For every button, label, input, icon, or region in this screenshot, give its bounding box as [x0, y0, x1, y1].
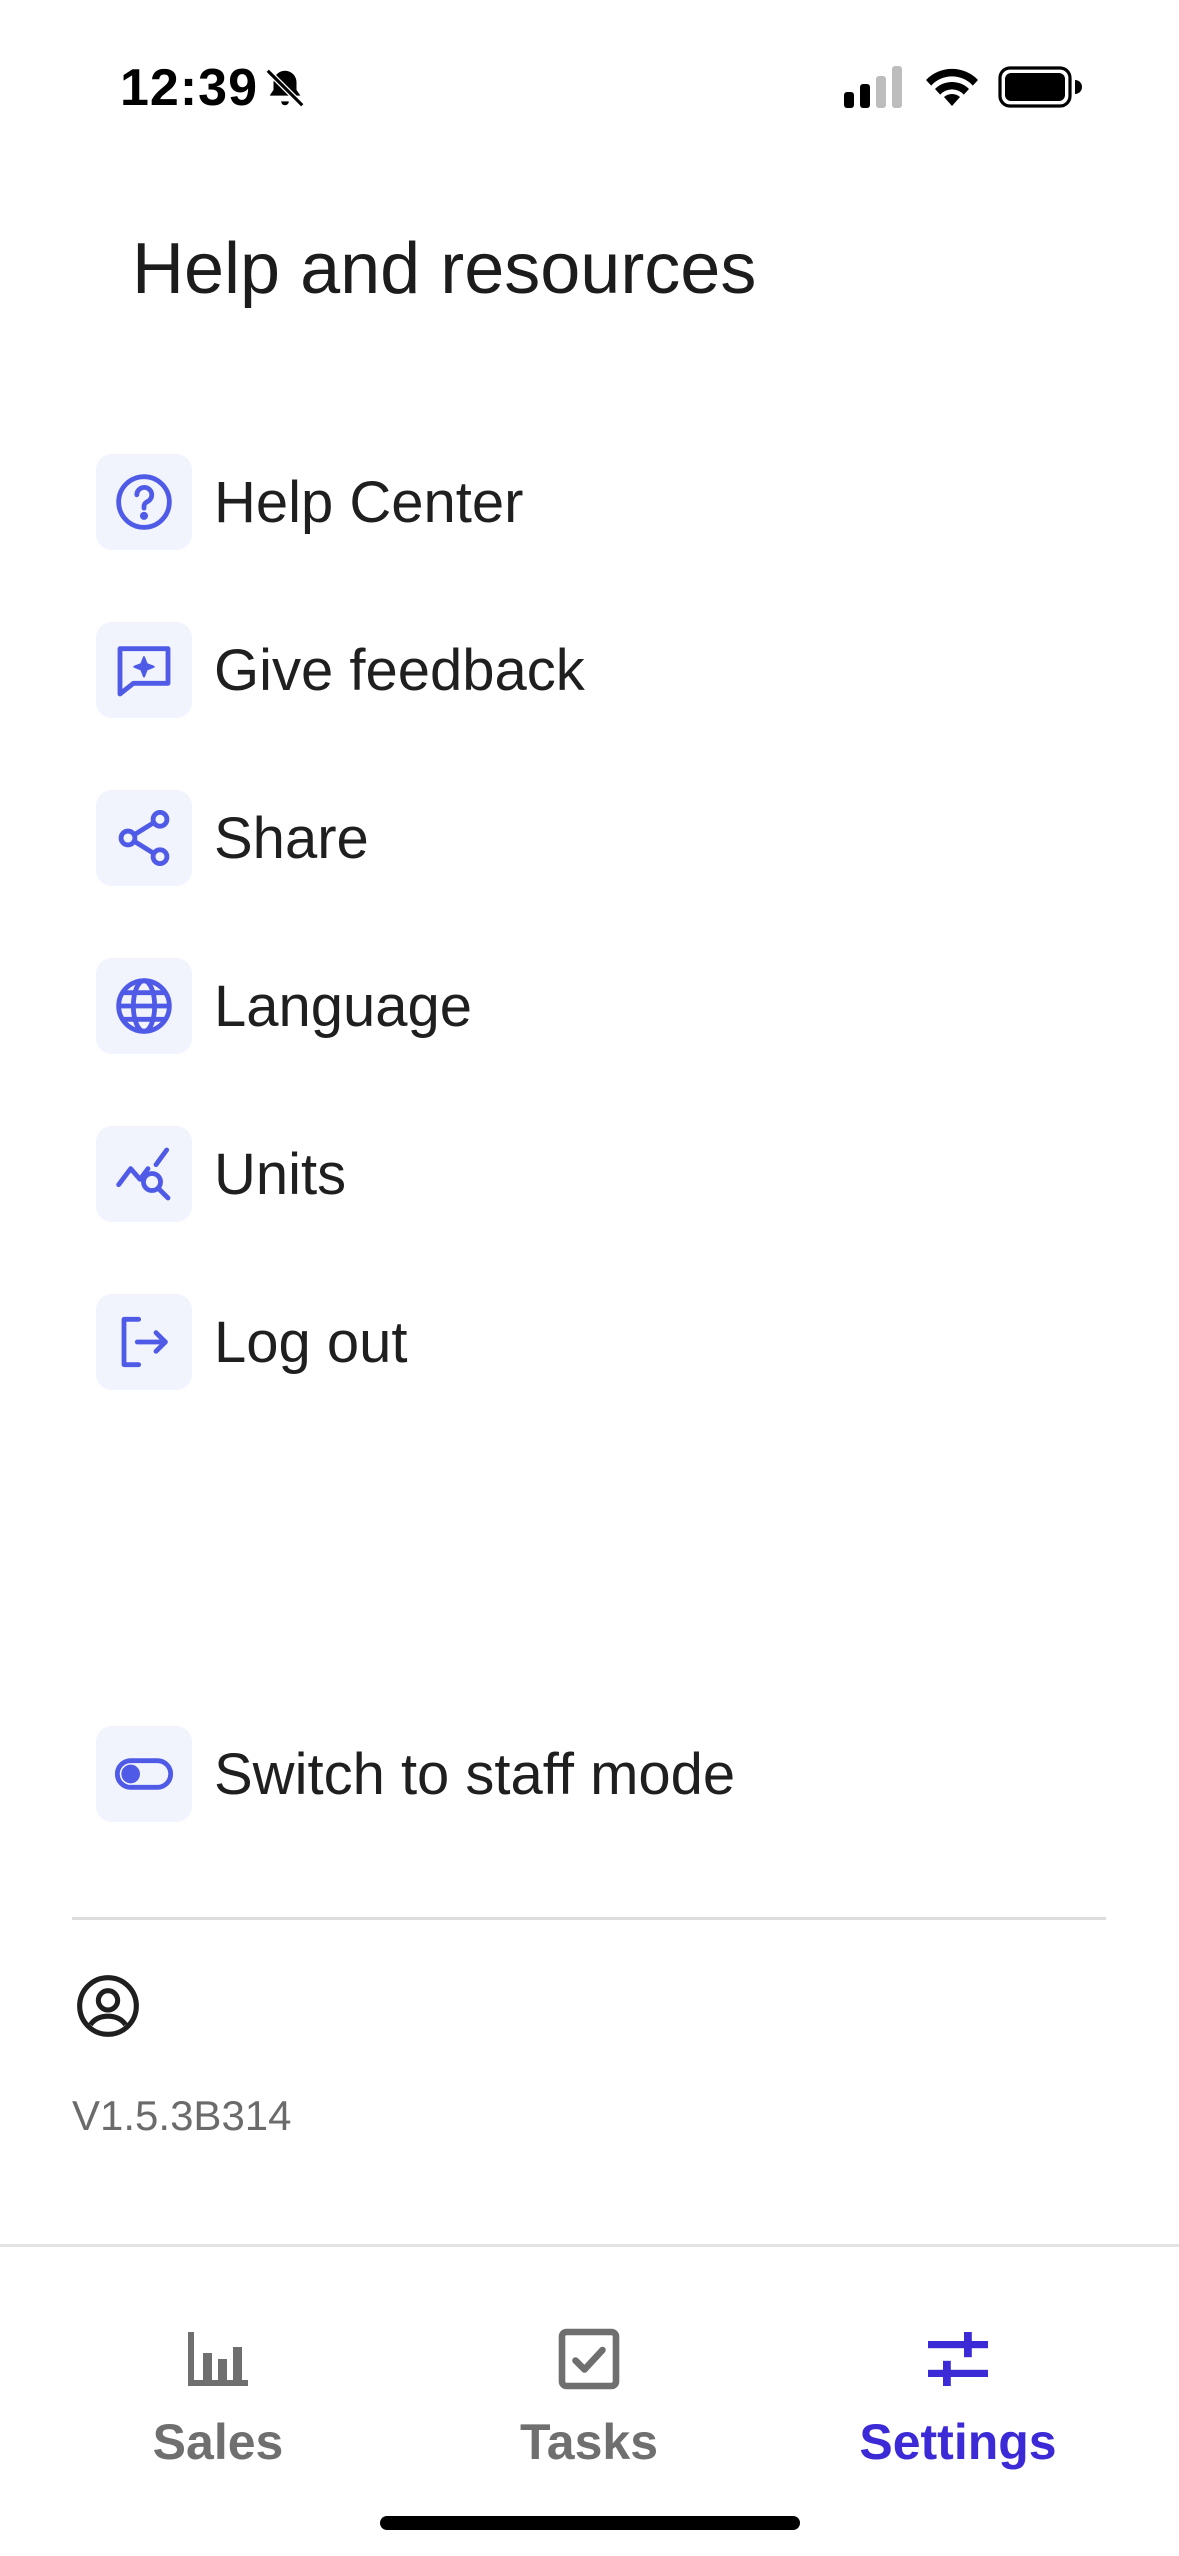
question-circle-icon [96, 454, 192, 550]
account-circle-icon[interactable] [74, 1972, 142, 2040]
menu-item-log-out[interactable]: Log out [96, 1292, 996, 1392]
tab-label: Sales [152, 2414, 284, 2470]
toggle-icon [96, 1726, 192, 1822]
status-time: 12:39 [120, 59, 258, 117]
globe-icon [96, 958, 192, 1054]
bottom-tab-bar: Sales Tasks Settings [0, 2244, 1179, 2556]
version-label: V1.5.3B314 [72, 2092, 292, 2139]
tab-sales[interactable]: Sales [68, 2323, 368, 2471]
chart-search-icon [96, 1126, 192, 1222]
menu-item-label: Units [214, 1141, 347, 1207]
menu-item-label: Log out [214, 1309, 408, 1375]
wifi-icon [926, 68, 978, 106]
menu-item-give-feedback[interactable]: Give feedback [96, 620, 996, 720]
divider [72, 1917, 1106, 1920]
logout-icon [96, 1294, 192, 1390]
page-title: Help and resources [132, 229, 757, 309]
status-bar: 12:39 [0, 0, 1179, 170]
menu-item-units[interactable]: Units [96, 1124, 996, 1224]
battery-icon [998, 66, 1082, 108]
menu-item-label: Share [214, 805, 369, 871]
bar-chart-icon [188, 2332, 248, 2386]
signal-icon [844, 66, 902, 108]
menu-item-label: Help Center [214, 469, 524, 535]
settings-screen: 12:39 Help and resources Help Center Giv… [0, 0, 1179, 2556]
menu-item-help-center[interactable]: Help Center [96, 452, 996, 552]
tab-tasks[interactable]: Tasks [439, 2323, 739, 2471]
sliders-icon [928, 2332, 988, 2386]
menu-item-share[interactable]: Share [96, 788, 996, 888]
staff-mode-label: Switch to staff mode [214, 1741, 736, 1807]
switch-to-staff-mode[interactable]: Switch to staff mode [96, 1724, 996, 1824]
tab-settings[interactable]: Settings [808, 2323, 1108, 2471]
menu-item-language[interactable]: Language [96, 956, 996, 1056]
menu-item-label: Language [214, 973, 473, 1039]
menu-item-label: Give feedback [214, 637, 585, 703]
feedback-icon [96, 622, 192, 718]
share-icon [96, 790, 192, 886]
home-indicator [380, 2516, 800, 2530]
tab-label: Settings [859, 2414, 1057, 2470]
bell-muted-icon [265, 68, 305, 108]
checkbox-icon [558, 2328, 620, 2390]
tab-label: Tasks [519, 2414, 659, 2470]
